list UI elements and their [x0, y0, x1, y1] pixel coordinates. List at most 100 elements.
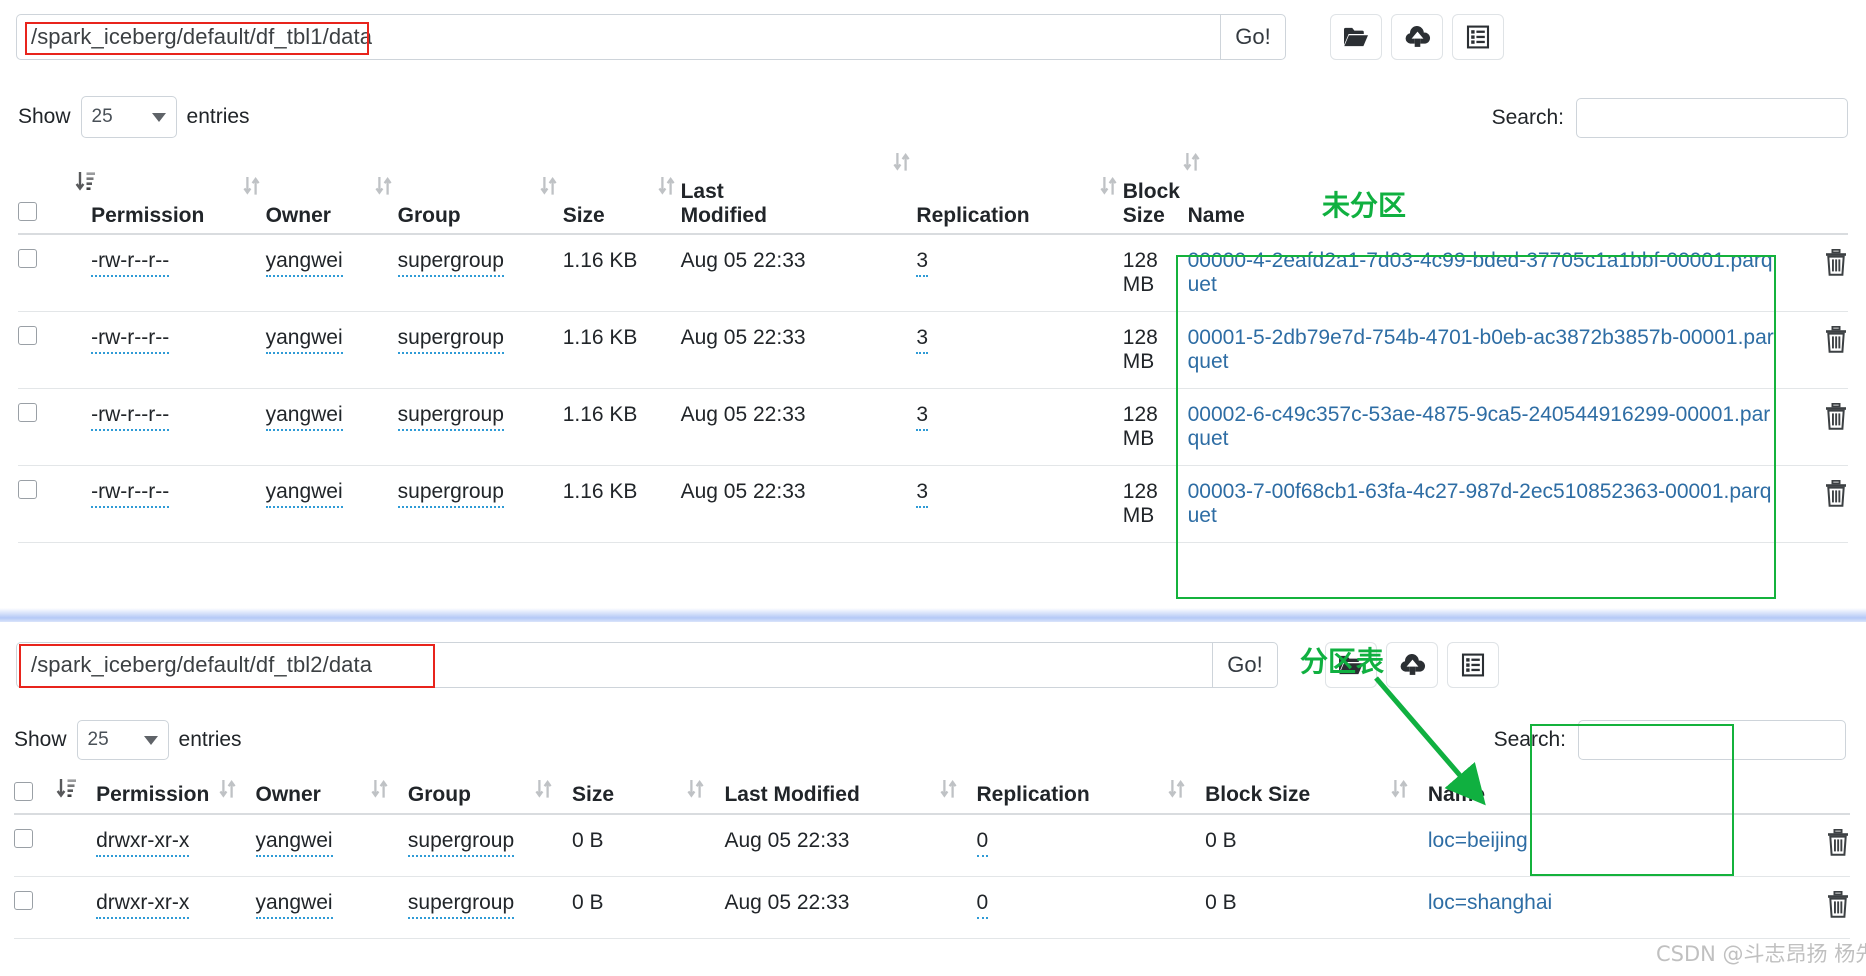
- file-name-link[interactable]: 00001-5-2db79e7d-754b-4701-b0eb-ac3872b3…: [1188, 326, 1774, 373]
- sort-icon[interactable]: [1182, 150, 1202, 180]
- path-input-value-top: /spark_iceberg/default/df_tbl1/data: [31, 24, 373, 49]
- column-header-size-top[interactable]: Size: [562, 176, 681, 236]
- cell-permission: -rw-r--r--: [91, 465, 266, 544]
- show-label-bottom: Show: [14, 728, 67, 751]
- delete-row-button[interactable]: [1826, 828, 1850, 862]
- row-checkbox[interactable]: [18, 249, 37, 269]
- cell-size: 1.16 KB: [562, 234, 681, 313]
- replication-value[interactable]: 3: [916, 403, 929, 432]
- file-name-link[interactable]: 00003-7-00f68cb1-63fa-4c27-987d-2ec51085…: [1188, 480, 1772, 527]
- group-value[interactable]: supergroup: [397, 403, 504, 432]
- permission-value[interactable]: -rw-r--r--: [91, 480, 170, 509]
- replication-value[interactable]: 0: [976, 891, 989, 919]
- group-value[interactable]: supergroup: [407, 891, 515, 919]
- browse-folder-button-top[interactable]: [1330, 14, 1382, 60]
- cell-size: 0 B: [572, 876, 725, 939]
- group-value[interactable]: supergroup: [397, 480, 504, 509]
- row-select-cell: [18, 234, 92, 313]
- modified-value: Aug 05 22:33: [724, 891, 850, 914]
- row-checkbox[interactable]: [14, 891, 33, 910]
- column-header-block-size-top[interactable]: Block Size: [1122, 153, 1200, 236]
- sort-icon[interactable]: [657, 174, 677, 204]
- row-checkbox[interactable]: [14, 829, 33, 848]
- column-header-group-top[interactable]: Group: [397, 176, 563, 236]
- column-header-permission-top[interactable]: Permission: [91, 176, 266, 236]
- file-name-link[interactable]: 00000-4-2eafd2a1-7d03-4c99-bded-37705c1a…: [1188, 249, 1773, 296]
- path-input-top[interactable]: /spark_iceberg/default/df_tbl1/data: [16, 14, 1220, 60]
- column-label: Last Modified: [680, 180, 767, 227]
- permission-value[interactable]: -rw-r--r--: [91, 249, 170, 278]
- cell-group: supergroup: [397, 311, 563, 390]
- column-header-last-modified-top[interactable]: Last Modified: [680, 153, 917, 236]
- replication-value[interactable]: 3: [916, 480, 929, 509]
- cell-block-size: 0 B: [1205, 876, 1428, 939]
- sort-icon[interactable]: [218, 777, 238, 807]
- owner-value[interactable]: yangwei: [265, 249, 343, 278]
- row-checkbox[interactable]: [18, 403, 37, 423]
- permission-value[interactable]: -rw-r--r--: [91, 326, 170, 355]
- sort-amount-down-icon[interactable]: [75, 170, 97, 200]
- delete-row-button[interactable]: [1824, 479, 1848, 513]
- sort-icon[interactable]: [939, 777, 959, 807]
- permission-value[interactable]: drwxr-xr-x: [96, 829, 190, 857]
- entries-select-bottom[interactable]: 25: [76, 720, 169, 760]
- replication-value[interactable]: 3: [916, 326, 929, 355]
- owner-value[interactable]: yangwei: [255, 829, 333, 857]
- delete-row-button[interactable]: [1824, 402, 1848, 436]
- cell-group: supergroup: [397, 465, 563, 544]
- replication-value[interactable]: 3: [916, 249, 929, 278]
- group-value[interactable]: supergroup: [397, 326, 504, 355]
- go-button-bottom[interactable]: Go!: [1212, 642, 1278, 688]
- sort-icon[interactable]: [1167, 777, 1187, 807]
- upload-button-top[interactable]: [1391, 14, 1443, 60]
- search-input-top[interactable]: [1576, 98, 1848, 138]
- file-list-button-top[interactable]: [1452, 14, 1504, 60]
- select-all-header-top[interactable]: [18, 172, 96, 236]
- group-value[interactable]: supergroup: [407, 829, 515, 857]
- file-name-link[interactable]: 00002-6-c49c357c-53ae-4875-9ca5-24054491…: [1188, 403, 1771, 450]
- cell-last-modified: Aug 05 22:33: [680, 234, 917, 313]
- sort-amount-down-icon[interactable]: [56, 777, 78, 807]
- replication-value[interactable]: 0: [976, 829, 989, 857]
- row-checkbox[interactable]: [18, 480, 37, 500]
- column-header-owner-top[interactable]: Owner: [265, 176, 398, 236]
- file-name-link[interactable]: loc=beijing: [1428, 829, 1528, 852]
- owner-value[interactable]: yangwei: [265, 403, 343, 432]
- select-all-header-bottom[interactable]: [14, 782, 97, 815]
- file-name-link[interactable]: loc=shanghai: [1428, 891, 1552, 914]
- go-button-top[interactable]: Go!: [1220, 14, 1286, 60]
- permission-value[interactable]: -rw-r--r--: [91, 403, 170, 432]
- delete-row-button[interactable]: [1824, 325, 1848, 359]
- delete-row-button[interactable]: [1826, 890, 1850, 924]
- sort-icon[interactable]: [1099, 174, 1119, 204]
- owner-value[interactable]: yangwei: [265, 480, 343, 509]
- hdfs-panel-tbl1: /spark_iceberg/default/df_tbl1/data Go!: [0, 0, 1866, 622]
- sort-icon[interactable]: [892, 150, 912, 180]
- sort-icon[interactable]: [1390, 777, 1410, 807]
- sort-icon[interactable]: [686, 777, 706, 807]
- file-list-button-bottom[interactable]: [1447, 642, 1499, 688]
- sort-icon[interactable]: [374, 174, 394, 204]
- sort-icon[interactable]: [539, 174, 559, 204]
- column-header-name-bottom[interactable]: Name: [1391, 780, 1850, 815]
- select-all-checkbox-bottom[interactable]: [14, 782, 33, 801]
- select-all-checkbox-top[interactable]: [18, 202, 37, 222]
- search-input-bottom[interactable]: [1578, 720, 1846, 760]
- upload-button-bottom[interactable]: [1386, 642, 1438, 688]
- path-input-value-bottom: /spark_iceberg/default/df_tbl2/data: [31, 652, 373, 677]
- sort-icon[interactable]: [242, 174, 262, 204]
- group-value[interactable]: supergroup: [397, 249, 504, 278]
- owner-value[interactable]: yangwei: [255, 891, 333, 919]
- permission-value[interactable]: drwxr-xr-x: [96, 891, 190, 919]
- column-header-name-top[interactable]: Name: [1187, 180, 1848, 236]
- path-input-bottom[interactable]: /spark_iceberg/default/df_tbl2/data: [16, 642, 1212, 688]
- sort-icon[interactable]: [370, 777, 390, 807]
- entries-select-top[interactable]: 25: [80, 96, 177, 138]
- delete-row-button[interactable]: [1824, 248, 1848, 282]
- column-header-replication-top[interactable]: Replication: [916, 176, 1123, 236]
- cell-permission: -rw-r--r--: [91, 234, 266, 313]
- sort-icon[interactable]: [534, 777, 554, 807]
- table-row: drwxr-xr-x yangwei supergroup 0 B Aug 05 22:…: [14, 814, 1850, 877]
- row-checkbox[interactable]: [18, 326, 37, 346]
- owner-value[interactable]: yangwei: [265, 326, 343, 355]
